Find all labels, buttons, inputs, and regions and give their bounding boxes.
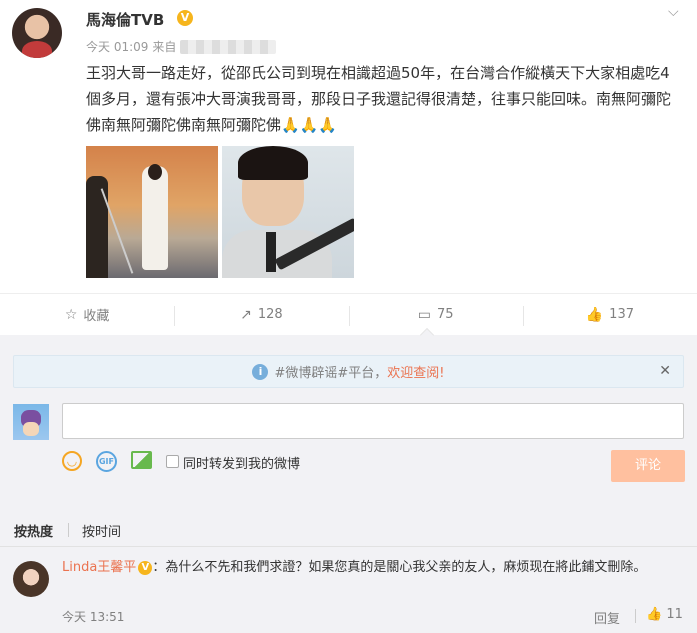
favorite-label: 收藏 (83, 309, 110, 324)
post-body: 王羽大哥一路走好，從邵氏公司到現在相識超過50年，在台灣合作縱橫天下大家相處吃4… (86, 64, 672, 134)
notice-link[interactable]: 欢迎查阅! (387, 362, 444, 381)
thumbs-up-icon: 👍 (585, 306, 604, 323)
info-icon: i (252, 363, 269, 380)
sort-by-hot[interactable]: 按热度 (14, 521, 53, 540)
weibo-post: 馬海倫TVB V ⌵ 今天 01:09 来自 王羽大哥一路走好，從邵氏公司到現在… (0, 0, 697, 293)
repost-button[interactable]: ↗ 128 (174, 294, 348, 335)
comment-like-button[interactable]: 👍 11 (646, 607, 683, 622)
also-repost-label[interactable]: 同时转发到我的微博 (183, 453, 300, 472)
post-time[interactable]: 今天 01:09 (86, 38, 148, 55)
comment-body: ：為什么不先和我們求證？如果您真的是關心我父亲的友人，麻烦现在將此鋪文刪除。 (152, 560, 647, 575)
comment-action-divider (635, 609, 636, 623)
favorite-button[interactable]: ☆ 收藏 (0, 294, 174, 335)
gif-icon[interactable]: GIF (96, 451, 117, 472)
star-icon: ☆ (64, 306, 78, 323)
post-action-bar: ☆ 收藏 ↗ 128 ▭ 75 👍 137 (0, 293, 697, 335)
user-name[interactable]: 馬海倫TVB (86, 9, 164, 30)
close-icon[interactable]: ✕ (659, 363, 671, 379)
sort-by-time[interactable]: 按时间 (82, 521, 121, 540)
comment-count: 75 (436, 307, 454, 322)
pray-emoji-icon: 🙏🙏🙏 (281, 116, 338, 134)
commenter-name[interactable]: Linda王馨平 (62, 560, 136, 575)
chevron-down-icon[interactable]: ⌵ (668, 4, 679, 20)
repost-icon: ↗ (240, 306, 252, 323)
like-count: 137 (609, 307, 634, 322)
repost-count: 128 (257, 307, 283, 322)
submit-comment-button[interactable]: 评论 (611, 450, 685, 482)
comment-button[interactable]: ▭ 75 (348, 294, 523, 335)
comment-time: 今天 13:51 (62, 610, 125, 624)
post-source-prefix: 来自 (152, 40, 177, 54)
like-button[interactable]: 👍 137 (522, 294, 697, 335)
comment-icon: ▭ (417, 306, 431, 323)
post-image-1[interactable] (86, 146, 218, 278)
post-image-2[interactable] (222, 146, 354, 278)
also-repost-checkbox[interactable] (166, 455, 179, 468)
verified-badge-icon: V (138, 560, 153, 575)
thumbs-up-icon: 👍 (646, 607, 667, 622)
current-user-avatar[interactable] (13, 404, 49, 440)
user-avatar[interactable] (12, 8, 62, 58)
verified-badge-icon: V (177, 10, 193, 26)
post-meta: 今天 01:09 来自 (86, 38, 277, 55)
sort-divider (68, 523, 69, 537)
comment-sort-bar: 按热度 按时间 (0, 511, 697, 547)
post-text: 王羽大哥一路走好，從邵氏公司到現在相識超過50年，在台灣合作縱橫天下大家相處吃4… (86, 60, 676, 138)
comment-item: Linda王馨平 V ：為什么不先和我們求證？如果您真的是關心我父亲的友人，麻烦现在… (0, 547, 697, 633)
comment-like-count: 11 (666, 607, 683, 622)
commenter-avatar[interactable] (13, 561, 49, 597)
comment-input[interactable] (62, 403, 684, 439)
notice-text: #微博辟谣#平台， (274, 366, 388, 381)
comment-text: Linda王馨平 V ：為什么不先和我們求證？如果您真的是關心我父亲的友人，麻烦现在… (62, 555, 682, 580)
rumor-notice-banner: i #微博辟谣#平台， 欢迎查阅! ✕ (13, 355, 684, 388)
post-source-redacted (180, 39, 277, 54)
emoji-icon[interactable]: ◡ (62, 451, 82, 471)
image-icon[interactable] (131, 451, 152, 469)
reply-button[interactable]: 回复 (594, 608, 620, 627)
comment-section: i #微博辟谣#平台， 欢迎查阅! ✕ ◡ GIF 同时转发到我的微博 评论 按… (0, 335, 697, 633)
